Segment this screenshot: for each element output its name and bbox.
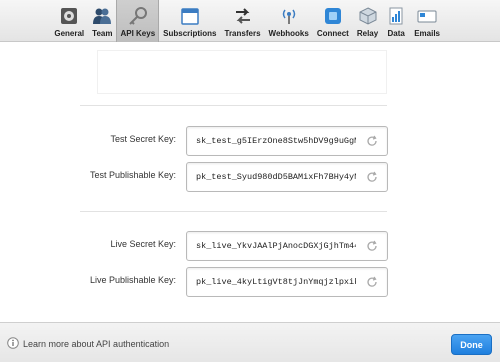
footer: Learn more about API authentication Done	[0, 322, 500, 362]
test-publishable-key-row: Test Publishable Key: pk_test_Syud980dD5…	[0, 162, 500, 192]
done-button[interactable]: Done	[451, 334, 492, 355]
envelope-icon	[417, 10, 437, 23]
test-secret-key-value[interactable]: sk_test_g5IErzOne8Stw5hDV9g9uGgM	[196, 136, 356, 146]
tab-subscriptions-label: Subscriptions	[163, 29, 217, 38]
tab-emails[interactable]: Emails	[410, 0, 444, 42]
tab-team-label: Team	[92, 29, 113, 38]
test-secret-key-label: Test Secret Key:	[110, 134, 176, 144]
refresh-icon[interactable]	[366, 171, 378, 183]
tab-subscriptions[interactable]: Subscriptions	[159, 0, 220, 42]
divider	[80, 105, 387, 106]
test-publishable-key-label: Test Publishable Key:	[89, 170, 176, 180]
tab-api-keys-label: API Keys	[120, 29, 156, 38]
divider	[80, 211, 387, 212]
live-publishable-key-value[interactable]: pk_live_4kyLtigVt8tjJnYmqjzlpxik	[196, 277, 356, 287]
toolbar: General Team API Keys Subscriptions Tran…	[0, 0, 500, 42]
gear-icon	[61, 8, 78, 24]
calendar-icon	[181, 8, 199, 25]
top-panel	[97, 50, 387, 94]
broadcast-icon	[282, 9, 295, 24]
connect-icon	[324, 8, 341, 24]
tab-team[interactable]: Team	[88, 0, 116, 42]
test-secret-key-row: Test Secret Key: sk_test_g5IErzOne8Stw5h…	[0, 126, 500, 156]
tab-relay-label: Relay	[356, 29, 379, 38]
api-auth-help-link[interactable]: Learn more about API authentication	[23, 339, 169, 349]
test-secret-key-field[interactable]: sk_test_g5IErzOne8Stw5hDV9g9uGgM	[186, 126, 388, 156]
tab-connect-label: Connect	[316, 29, 349, 38]
tab-general[interactable]: General	[50, 0, 88, 42]
tab-general-label: General	[54, 29, 85, 38]
live-secret-key-row: Live Secret Key: sk_live_YkvJAAlPjAnocDG…	[0, 231, 500, 261]
tab-data[interactable]: Data	[382, 0, 410, 42]
people-icon	[93, 8, 112, 24]
live-secret-key-value[interactable]: sk_live_YkvJAAlPjAnocDGXjGjhTm44	[196, 241, 356, 251]
live-publishable-key-label: Live Publishable Key:	[89, 275, 176, 285]
tab-transfers-label: Transfers	[224, 29, 261, 38]
live-publishable-key-field[interactable]: pk_live_4kyLtigVt8tjJnYmqjzlpxik	[186, 267, 388, 297]
tab-api-keys[interactable]: API Keys	[116, 0, 160, 42]
tab-connect[interactable]: Connect	[313, 0, 353, 42]
refresh-icon[interactable]	[366, 276, 378, 288]
info-icon[interactable]	[7, 337, 19, 349]
live-publishable-key-row: Live Publishable Key: pk_live_4kyLtigVt8…	[0, 267, 500, 297]
tab-webhooks-label: Webhooks	[268, 29, 309, 38]
tab-webhooks[interactable]: Webhooks	[265, 0, 313, 42]
key-icon	[129, 7, 147, 25]
tab-transfers[interactable]: Transfers	[221, 0, 265, 42]
live-secret-key-field[interactable]: sk_live_YkvJAAlPjAnocDGXjGjhTm44	[186, 231, 388, 261]
chart-icon	[389, 7, 403, 25]
refresh-icon[interactable]	[366, 135, 378, 147]
test-publishable-key-field[interactable]: pk_test_Syud980dD5BAMixFh7BHy4yN	[186, 162, 388, 192]
tab-emails-label: Emails	[414, 29, 440, 38]
live-secret-key-label: Live Secret Key:	[110, 239, 176, 249]
cube-icon	[359, 7, 377, 25]
test-publishable-key-value[interactable]: pk_test_Syud980dD5BAMixFh7BHy4yN	[196, 172, 356, 182]
refresh-icon[interactable]	[366, 240, 378, 252]
tab-relay[interactable]: Relay	[353, 0, 382, 42]
arrows-icon	[235, 8, 250, 24]
tab-data-label: Data	[387, 29, 405, 38]
